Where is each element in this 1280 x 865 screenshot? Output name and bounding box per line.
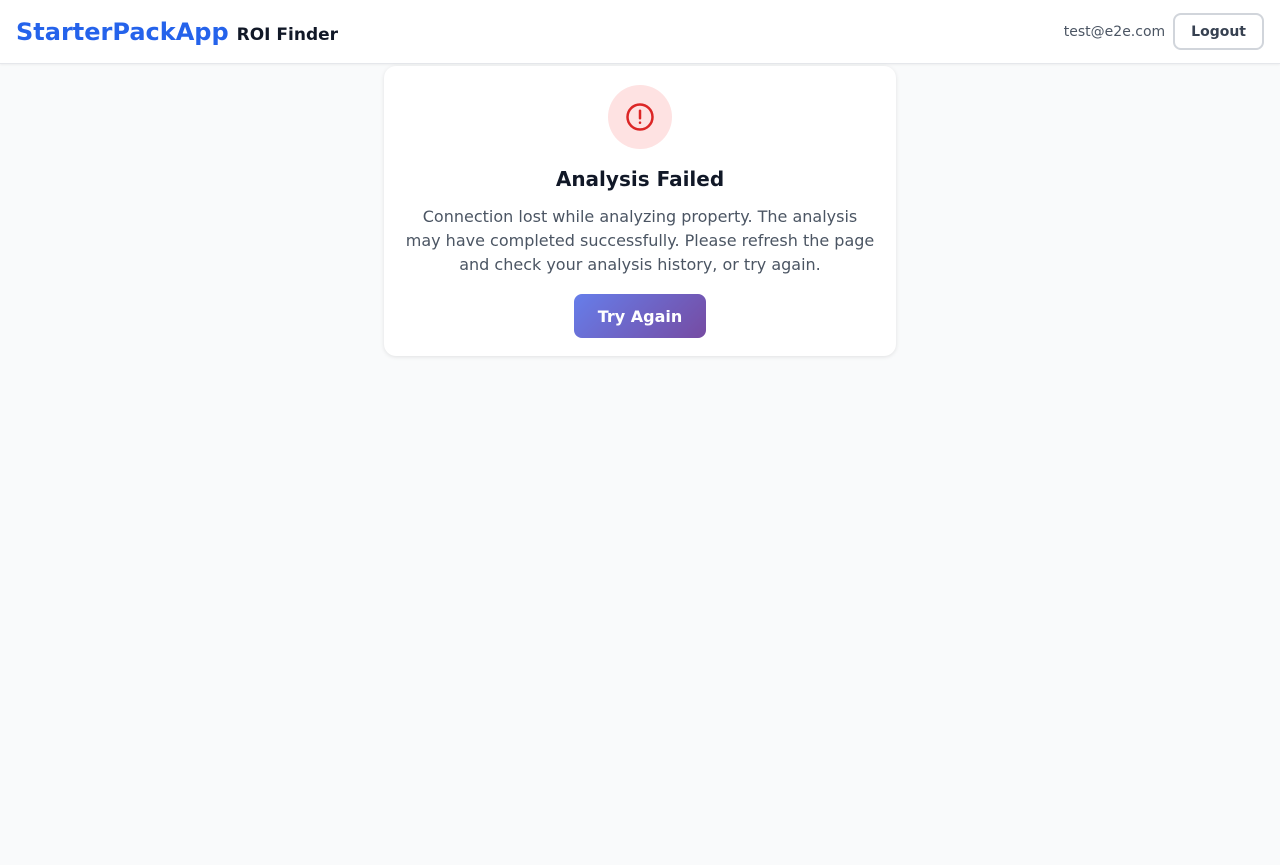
app-logo[interactable]: StarterPackApp	[16, 18, 229, 46]
product-name: ROI Finder	[236, 24, 339, 45]
error-card: Analysis Failed Connection lost while an…	[384, 66, 896, 356]
logout-button[interactable]: Logout	[1173, 13, 1264, 50]
brand: StarterPackApp ROI Finder	[16, 18, 338, 46]
error-icon-circle	[608, 85, 672, 149]
user-area: test@e2e.com Logout	[1064, 13, 1264, 50]
app-header: StarterPackApp ROI Finder test@e2e.com L…	[0, 0, 1280, 64]
try-again-button[interactable]: Try Again	[573, 294, 707, 338]
error-title: Analysis Failed	[555, 167, 725, 191]
error-message: Connection lost while analyzing property…	[405, 207, 875, 274]
alert-circle-icon	[626, 103, 654, 131]
user-email: test@e2e.com	[1063, 23, 1166, 40]
